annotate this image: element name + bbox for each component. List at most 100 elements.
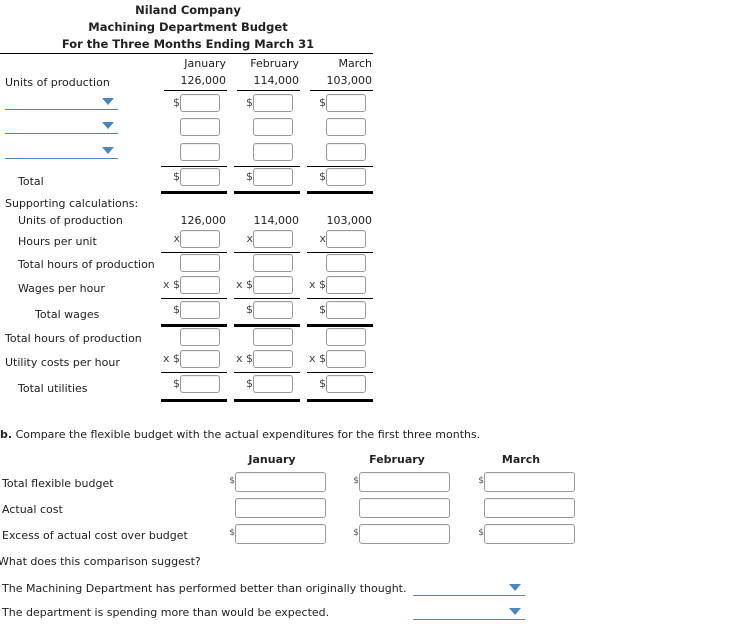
comparison-question: What does this comparison suggest? (0, 555, 201, 568)
actual-cost-february-input[interactable] (359, 498, 450, 518)
excess-cost-march-input[interactable] (484, 524, 575, 544)
cost-row-3-january-input[interactable] (180, 143, 220, 161)
cost-row-1-january-input[interactable] (180, 94, 220, 112)
supporting-units-january: 126,000 (180, 214, 227, 227)
total-wages-january-input[interactable] (180, 301, 220, 319)
total-hours-march-input[interactable] (326, 254, 366, 272)
total-label: Total (18, 175, 44, 188)
utilities-total-rule-jan (161, 399, 227, 402)
currency-prefix: $ (229, 528, 235, 538)
hours-per-unit-march-input[interactable] (326, 230, 366, 248)
utility-hours-march-input[interactable] (326, 328, 366, 346)
units-january: 126,000 (180, 74, 227, 87)
currency-prefix: $ (173, 303, 180, 316)
part-b-letter: b. (0, 428, 13, 441)
utilities-total-rule-mar (307, 399, 373, 402)
hours-per-unit-label: Hours per unit (18, 235, 97, 248)
utility-rule-feb (234, 372, 300, 373)
part-b-header-january: January (248, 453, 296, 466)
cost-row-2-march-input[interactable] (326, 118, 366, 136)
total-hours-january-input[interactable] (180, 254, 220, 272)
total-hours-february-input[interactable] (253, 254, 293, 272)
units-rule-feb (237, 90, 300, 91)
wages-per-hour-january-input[interactable] (180, 276, 220, 294)
cost-row-3-march-input[interactable] (326, 143, 366, 161)
hours-per-unit-january-input[interactable] (180, 230, 220, 248)
chevron-down-icon (102, 122, 114, 129)
excess-cost-label: Excess of actual cost over budget (2, 529, 188, 542)
part-b-text: Compare the flexible budget with the act… (15, 428, 481, 441)
actual-cost-label: Actual cost (2, 503, 63, 516)
total-wages-february-input[interactable] (253, 301, 293, 319)
multiply-prefix: x (319, 232, 326, 245)
actual-cost-march-input[interactable] (484, 498, 575, 518)
header-rule (0, 53, 373, 54)
total-january-input[interactable] (180, 168, 220, 186)
utility-hours-february-input[interactable] (253, 328, 293, 346)
utility-rule-jan (161, 372, 227, 373)
cost-item-dropdown-2[interactable] (5, 118, 118, 134)
subtotal-rule-mar (307, 166, 373, 167)
wages-per-hour-march-input[interactable] (326, 276, 366, 294)
statement-2-dropdown[interactable] (413, 604, 525, 620)
total-february-input[interactable] (253, 168, 293, 186)
flexible-budget-march-input[interactable] (484, 472, 575, 492)
statement-1-text: The Machining Department has performed b… (2, 582, 407, 595)
multiply-currency-prefix: x $ (162, 278, 180, 291)
total-utilities-january-input[interactable] (180, 375, 220, 393)
cost-item-dropdown-3[interactable] (5, 143, 118, 159)
cost-item-dropdown-1[interactable] (5, 94, 118, 110)
currency-prefix: $ (319, 96, 326, 109)
supporting-calculations-title: Supporting calculations: (5, 197, 139, 210)
total-wages-march-input[interactable] (326, 301, 366, 319)
month-header-january: January (184, 57, 226, 70)
company-name: Niland Company (135, 3, 241, 17)
cost-row-2-february-input[interactable] (253, 118, 293, 136)
hours-per-unit-february-input[interactable] (253, 230, 293, 248)
flexible-budget-january-input[interactable] (235, 472, 326, 492)
month-header-february: February (250, 57, 299, 70)
multiply-currency-prefix: x $ (162, 352, 180, 365)
total-utilities-march-input[interactable] (326, 375, 366, 393)
total-march-input[interactable] (326, 168, 366, 186)
wages-rule-jan (161, 298, 227, 299)
utility-hours-january-input[interactable] (180, 328, 220, 346)
wages-total-rule-mar (307, 324, 373, 327)
utility-rate-march-input[interactable] (326, 350, 366, 368)
actual-cost-january-input[interactable] (235, 498, 326, 518)
currency-prefix: $ (173, 170, 180, 183)
multiply-prefix: x (173, 232, 180, 245)
flexible-budget-february-input[interactable] (359, 472, 450, 492)
total-flexible-budget-label: Total flexible budget (2, 477, 114, 490)
cost-row-1-march-input[interactable] (326, 94, 366, 112)
excess-cost-february-input[interactable] (359, 524, 450, 544)
part-b-header-february: February (369, 453, 425, 466)
part-b-instruction: b. Compare the flexible budget with the … (0, 428, 480, 441)
multiply-currency-prefix: x $ (235, 278, 253, 291)
currency-prefix: $ (246, 96, 253, 109)
total-rule-mar (307, 191, 373, 194)
excess-cost-january-input[interactable] (235, 524, 326, 544)
units-rule-jan (164, 90, 227, 91)
hours-rule-jan (161, 252, 227, 253)
chevron-down-icon (509, 584, 521, 591)
cost-row-2-january-input[interactable] (180, 118, 220, 136)
total-utilities-february-input[interactable] (253, 375, 293, 393)
utility-rate-january-input[interactable] (180, 350, 220, 368)
currency-prefix: $ (353, 476, 359, 486)
currency-prefix: $ (173, 377, 180, 390)
cost-row-3-february-input[interactable] (253, 143, 293, 161)
currency-prefix: $ (246, 170, 253, 183)
cost-row-1-february-input[interactable] (253, 94, 293, 112)
supporting-units-february: 114,000 (253, 214, 300, 227)
utility-rule-mar (307, 372, 373, 373)
part-b-header-march: March (501, 453, 541, 466)
wages-per-hour-label: Wages per hour (18, 282, 105, 295)
subtotal-rule-feb (234, 166, 300, 167)
multiply-currency-prefix: x $ (308, 352, 326, 365)
utility-rate-february-input[interactable] (253, 350, 293, 368)
multiply-currency-prefix: x $ (235, 352, 253, 365)
wages-per-hour-february-input[interactable] (253, 276, 293, 294)
statement-1-dropdown[interactable] (413, 580, 525, 596)
total-rule-jan (161, 191, 227, 194)
